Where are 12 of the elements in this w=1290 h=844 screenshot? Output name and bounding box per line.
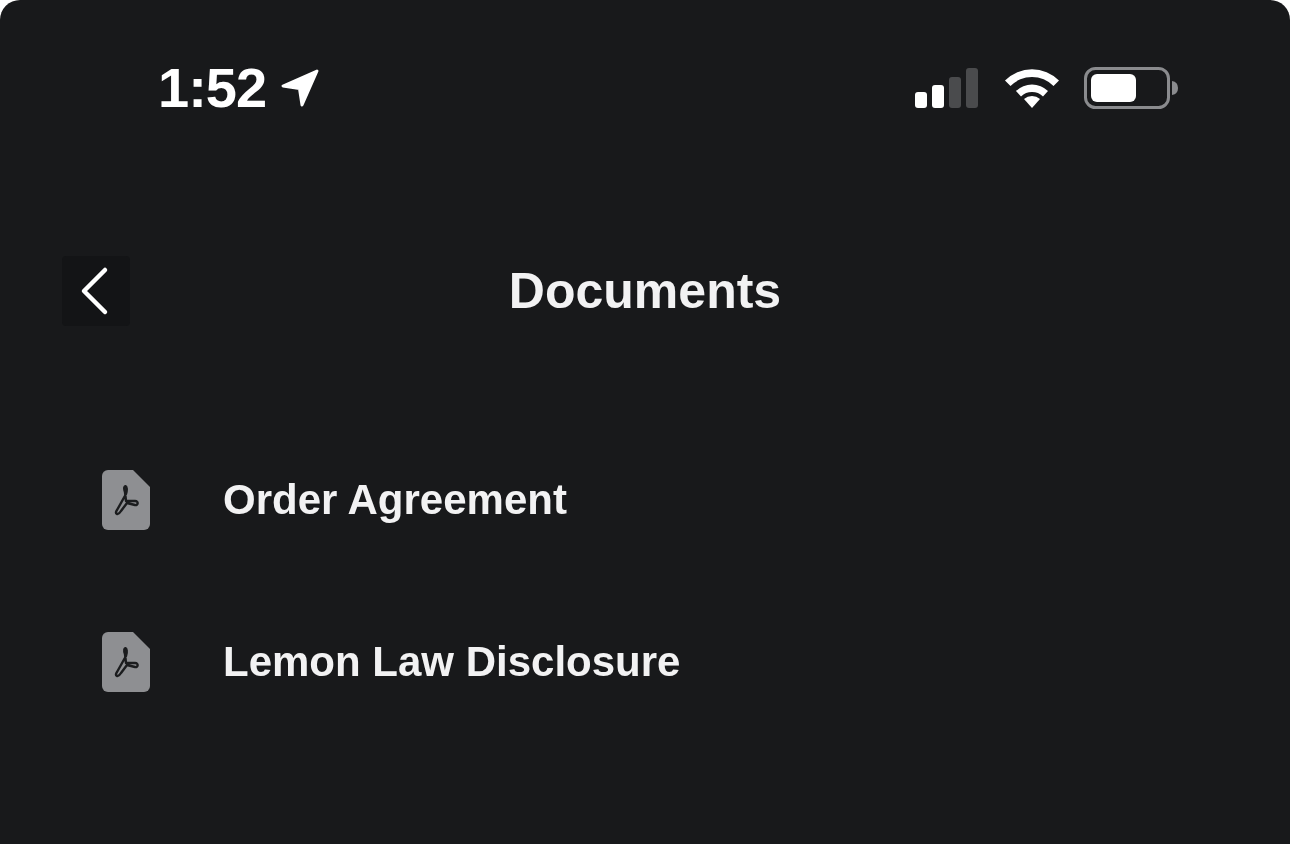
document-item[interactable]: Order Agreement <box>102 470 567 530</box>
location-arrow-icon <box>280 68 321 108</box>
battery-icon <box>1084 67 1178 109</box>
status-time: 1:52 <box>158 60 267 116</box>
pdf-file-icon <box>102 470 150 530</box>
back-icon <box>79 266 109 316</box>
pdf-file-icon <box>102 632 150 692</box>
document-item[interactable]: Lemon Law Disclosure <box>102 632 681 692</box>
page-title: Documents <box>508 263 782 319</box>
wifi-icon <box>1003 68 1061 108</box>
back-button[interactable] <box>62 256 130 326</box>
signal-icon <box>915 68 979 108</box>
